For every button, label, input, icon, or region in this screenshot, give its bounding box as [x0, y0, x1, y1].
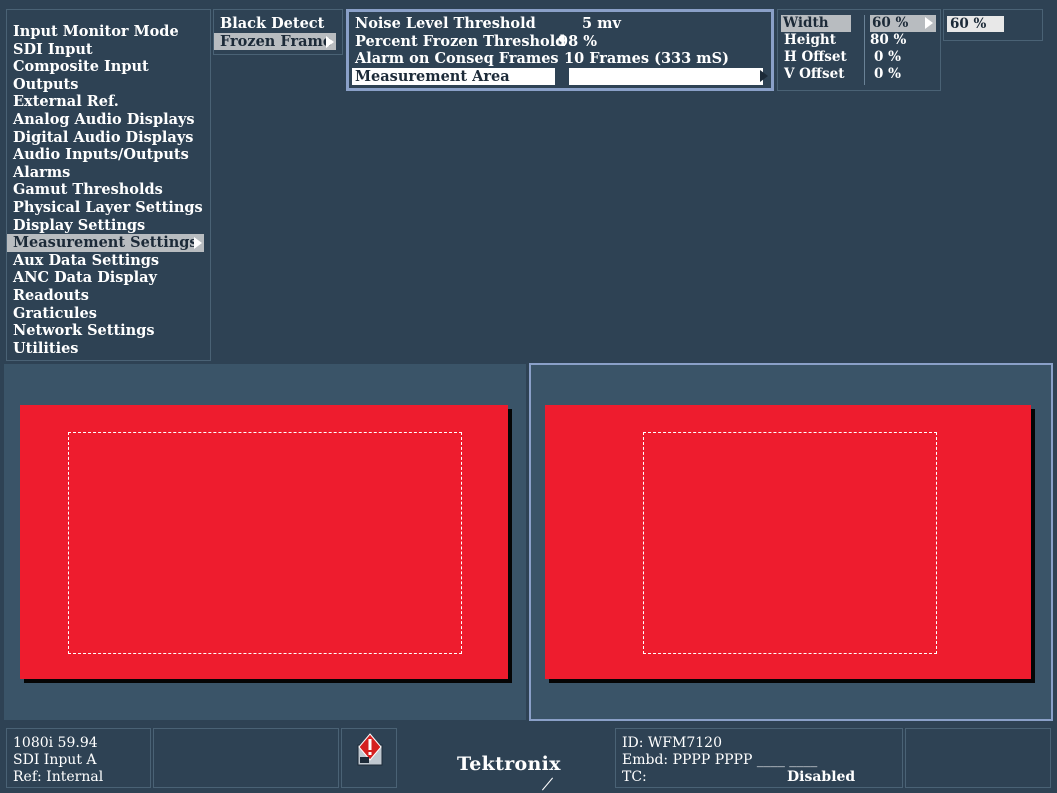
- embedded-audio-status: Embd: PPPP PPPP ____ ____: [622, 752, 818, 768]
- measurement-area-outline: [68, 432, 462, 654]
- brand-logo: Tektronix: [457, 753, 561, 775]
- reference-status: Ref: Internal: [13, 769, 104, 785]
- brand-slash: [541, 777, 554, 791]
- main-menu-item-label: Outputs: [13, 75, 79, 93]
- input-status-panel: 1080i 59.94 SDI Input A Ref: Internal: [6, 728, 151, 788]
- main-menu-item-outputs[interactable]: Outputs: [7, 76, 210, 94]
- main-menu-item-sdi-input[interactable]: SDI Input: [7, 41, 210, 59]
- instrument-id: ID: WFM7120: [622, 735, 722, 751]
- main-menu-item-audio-inputs-outputs[interactable]: Audio Inputs/Outputs: [7, 146, 210, 164]
- main-menu-item-input-monitor-mode[interactable]: Input Monitor Mode: [7, 23, 210, 41]
- area-value: 0 %: [874, 49, 901, 65]
- timecode-value: Disabled: [787, 769, 856, 785]
- video-format: 1080i 59.94: [13, 735, 98, 751]
- submenu-arrow-icon: [194, 237, 202, 250]
- area-row-width[interactable]: Width 60 %: [778, 15, 940, 32]
- main-menu-item-anc-data-display[interactable]: ANC Data Display: [7, 269, 210, 287]
- main-menu-item-label: Physical Layer Settings: [13, 198, 203, 216]
- main-menu-item-label: SDI Input: [13, 40, 93, 58]
- setting-value: 98 %: [558, 32, 598, 50]
- main-menu-item-label: Display Settings: [13, 216, 146, 234]
- main-menu: Input Monitor Mode SDI Input Composite Inp…: [6, 9, 211, 361]
- main-menu-item-gamut-thresholds[interactable]: Gamut Thresholds: [7, 181, 210, 199]
- submenu-arrow-icon: [326, 35, 334, 48]
- status-bar: 1080i 59.94 SDI Input A Ref: Internal Te…: [0, 724, 1057, 793]
- area-value: 0 %: [874, 66, 901, 82]
- main-menu-item-label: Composite Input: [13, 58, 149, 76]
- main-menu-item-label: Network Settings: [13, 322, 155, 340]
- timecode-label: TC:: [622, 769, 647, 785]
- main-menu-item-label: Analog Audio Displays: [13, 110, 195, 128]
- area-row-height[interactable]: Height 80 %: [778, 32, 940, 49]
- main-menu-item-aux-data-settings[interactable]: Aux Data Settings: [7, 252, 210, 270]
- sub-menu-item-frozen-frame[interactable]: Frozen Frame: [214, 32, 336, 51]
- measurement-area-outline: [643, 432, 937, 654]
- main-menu-item-digital-audio-displays[interactable]: Digital Audio Displays: [7, 129, 210, 147]
- picture-display: [545, 405, 1031, 679]
- timecode-row: TC: Disabled: [622, 769, 902, 786]
- main-menu-item-label: Measurement Settings: [13, 234, 198, 252]
- area-label-width: Width: [781, 15, 851, 32]
- area-value: 80 %: [870, 32, 907, 48]
- column-divider: [864, 15, 865, 85]
- setting-value: 5 mv: [582, 15, 621, 32]
- main-menu-item-physical-layer-settings[interactable]: Physical Layer Settings: [7, 199, 210, 217]
- area-label: Height: [784, 32, 836, 48]
- edit-value-panel: 60 %: [943, 9, 1043, 41]
- edit-value-field[interactable]: 60 %: [947, 16, 1004, 32]
- area-label: V Offset: [784, 66, 845, 82]
- main-menu-item-measurement-settings[interactable]: Measurement Settings: [7, 234, 204, 252]
- area-label: H Offset: [784, 49, 847, 65]
- main-menu-item-analog-audio-displays[interactable]: Analog Audio Displays: [7, 111, 210, 129]
- sub-menu-item-label: Frozen Frame: [220, 32, 333, 50]
- measurement-area-panel: Width 60 % Height 80 % H Offset 0 % V Of…: [777, 9, 941, 91]
- setting-label: Noise Level Threshold: [355, 15, 536, 32]
- main-menu-item-readouts[interactable]: Readouts: [7, 287, 210, 305]
- main-menu-item-external-ref[interactable]: External Ref.: [7, 93, 210, 111]
- setting-label: Measurement Area: [352, 67, 555, 85]
- sub-menu: Black Detect Frozen Frame: [213, 9, 343, 55]
- main-menu-item-label: Gamut Thresholds: [13, 181, 163, 199]
- sub-menu-item-black-detect[interactable]: Black Detect: [214, 15, 342, 33]
- main-menu-item-label: Graticules: [13, 304, 97, 322]
- setting-label: Alarm on Conseq Frames: [355, 50, 559, 68]
- setting-row-alarm-conseq-frames[interactable]: Alarm on Conseq Frames 10 Frames (333 mS…: [352, 50, 768, 68]
- main-menu-item-label: Aux Data Settings: [13, 251, 160, 269]
- main-menu-item-alarms[interactable]: Alarms: [7, 164, 210, 182]
- main-menu-item-display-settings[interactable]: Display Settings: [7, 217, 210, 235]
- instrument-status-panel: ID: WFM7120 Embd: PPPP PPPP ____ ____ TC…: [615, 728, 903, 788]
- main-menu-item-label: Alarms: [13, 163, 71, 181]
- main-menu-item-utilities[interactable]: Utilities: [7, 340, 210, 358]
- submenu-arrow-icon: [760, 69, 768, 82]
- input-name: SDI Input A: [13, 752, 97, 768]
- brand-area: Tektronix: [400, 728, 612, 791]
- alarm-warning-icon[interactable]: [354, 733, 386, 767]
- main-menu-item-label: Input Monitor Mode: [13, 23, 179, 40]
- picture-tile-left[interactable]: [4, 364, 526, 720]
- main-menu-item-graticules[interactable]: Graticules: [7, 305, 210, 323]
- main-menu-item-label: Readouts: [13, 286, 89, 304]
- main-menu-item-composite-input[interactable]: Composite Input: [7, 58, 210, 76]
- status-extra-panel: [905, 728, 1051, 788]
- main-menu-item-network-settings[interactable]: Network Settings: [7, 322, 210, 340]
- setting-row-percent-frozen[interactable]: Percent Frozen Threshold 98 %: [352, 33, 768, 51]
- main-menu-item-label: Utilities: [13, 339, 79, 357]
- picture-tile-right[interactable]: [529, 363, 1053, 721]
- setting-row-measurement-area[interactable]: Measurement Area: [352, 67, 768, 86]
- main-menu-item-label: External Ref.: [13, 93, 119, 111]
- setting-label: Percent Frozen Threshold: [355, 32, 566, 50]
- main-menu-item-label: ANC Data Display: [13, 269, 157, 287]
- main-menu-item-label: Digital Audio Displays: [13, 128, 194, 146]
- alarm-indicator-panel: [341, 728, 397, 788]
- setting-row-noise-level[interactable]: Noise Level Threshold 5 mv: [352, 15, 768, 33]
- submenu-arrow-icon: [925, 17, 933, 29]
- picture-display: [20, 405, 508, 679]
- main-menu-item-label: Audio Inputs/Outputs: [13, 146, 189, 164]
- alarm-status-panel: [153, 728, 339, 788]
- frozen-frame-settings-panel: Noise Level Threshold 5 mv Percent Froze…: [346, 9, 774, 91]
- setting-value: 10 Frames (333 mS): [564, 50, 729, 68]
- measurement-area-value-field[interactable]: [569, 67, 763, 85]
- area-row-h-offset[interactable]: H Offset 0 %: [778, 49, 940, 66]
- area-row-v-offset[interactable]: V Offset 0 %: [778, 66, 940, 83]
